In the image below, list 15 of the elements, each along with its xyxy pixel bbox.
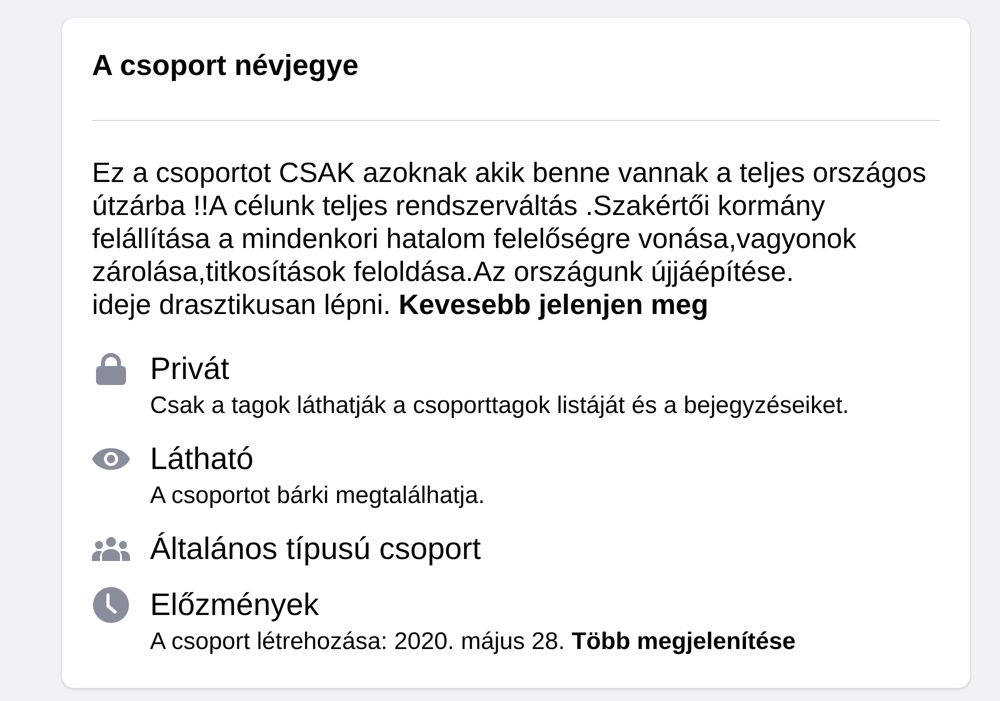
info-description: Csak a tagok láthatják a csoporttagok listáját és a bejegyzéseiket. — [150, 391, 850, 421]
info-title: Előzmények — [150, 587, 320, 623]
lock-icon — [96, 353, 126, 385]
group-description: Ez a csoportot CSAK azoknak akik benne vannak a teljes országos útzárba !!A célunk teljes rendszerváltás .Szakértői kormány felállítása a mindenkori hatalom felelőségre vonása,vagyonok zárolása,titkosítások feloldása.Az országunk újjáépítése. ideje drasztikusan lépni. Kevesebb jelenjen meg — [92, 156, 928, 321]
info-description: A csoportot bárki megtalálhatja. — [150, 481, 486, 511]
info-description: A csoport létrehozása: 2020. május 28. Több megjelenítése — [150, 627, 797, 657]
info-title: Privát — [150, 351, 230, 387]
info-title: Általános típusú csoport — [150, 531, 482, 567]
people-icon — [92, 537, 130, 561]
see-less-link[interactable]: Kevesebb jelenjen meg — [398, 289, 708, 320]
clock-icon — [93, 587, 129, 623]
info-title: Látható — [150, 441, 254, 477]
card-title: A csoport névjegye — [92, 49, 360, 83]
eye-icon — [92, 448, 130, 470]
see-more-link[interactable]: Több megjelenítése — [572, 628, 796, 655]
